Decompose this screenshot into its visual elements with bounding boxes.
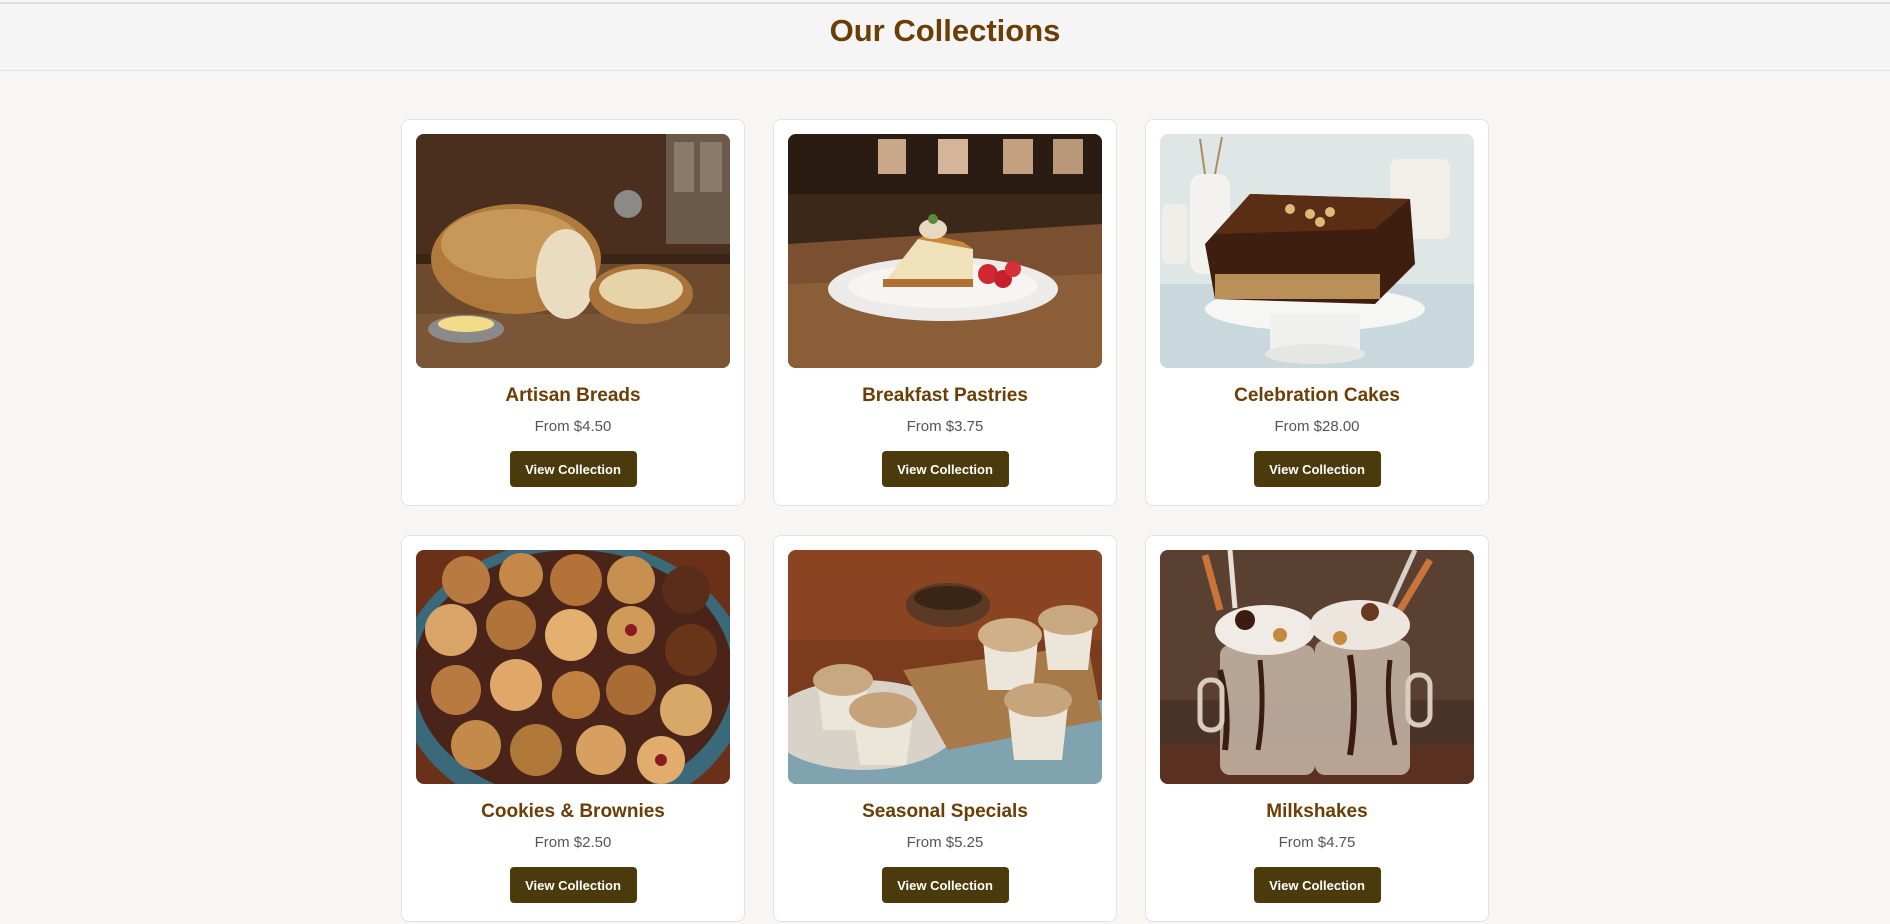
milkshake-illustration <box>1160 550 1474 784</box>
collection-title: Cookies & Brownies <box>481 801 665 822</box>
collection-title: Breakfast Pastries <box>862 385 1028 406</box>
cookie-platter-illustration <box>416 550 730 784</box>
collection-card-artisan-breads: Artisan Breads From $4.50 View Collectio… <box>401 119 745 506</box>
collection-title: Milkshakes <box>1266 801 1368 822</box>
view-collection-button[interactable]: View Collection <box>1253 451 1381 487</box>
collection-card-breakfast-pastries: Breakfast Pastries From $3.75 View Colle… <box>773 119 1117 506</box>
collection-price: From $5.25 <box>906 834 984 851</box>
collections-grid: Artisan Breads From $4.50 View Collectio… <box>401 119 1489 922</box>
cupcakes-illustration <box>788 550 1102 784</box>
milkshake-photo <box>1160 550 1474 784</box>
collection-title: Celebration Cakes <box>1234 385 1400 406</box>
cupcakes-photo <box>788 550 1102 784</box>
view-collection-button[interactable]: View Collection <box>881 867 1009 903</box>
chocolate-cake-illustration <box>1160 134 1474 368</box>
collection-card-seasonal-specials: Seasonal Specials From $5.25 View Collec… <box>773 535 1117 922</box>
collection-price: From $4.75 <box>1278 834 1356 851</box>
view-collection-button[interactable]: View Collection <box>1253 867 1381 903</box>
cheesecake-slice-photo <box>788 134 1102 368</box>
page-header: Our Collections <box>0 2 1890 71</box>
view-collection-button[interactable]: View Collection <box>509 451 637 487</box>
collection-price: From $3.75 <box>906 418 984 435</box>
chocolate-cake-photo <box>1160 134 1474 368</box>
artisan-bread-photo <box>416 134 730 368</box>
view-collection-button[interactable]: View Collection <box>881 451 1009 487</box>
collection-price: From $28.00 <box>1274 418 1360 435</box>
collection-price: From $4.50 <box>534 418 612 435</box>
view-collection-button[interactable]: View Collection <box>509 867 637 903</box>
collection-card-cookies-brownies: Cookies & Brownies From $2.50 View Colle… <box>401 535 745 922</box>
collection-card-milkshakes: Milkshakes From $4.75 View Collection <box>1145 535 1489 922</box>
cheesecake-illustration <box>788 134 1102 368</box>
page-title: Our Collections <box>829 13 1061 48</box>
collection-price: From $2.50 <box>534 834 612 851</box>
artisan-bread-illustration <box>416 134 730 368</box>
collection-card-celebration-cakes: Celebration Cakes From $28.00 View Colle… <box>1145 119 1489 506</box>
cookie-platter-photo <box>416 550 730 784</box>
collection-title: Seasonal Specials <box>862 801 1028 822</box>
collection-title: Artisan Breads <box>505 385 641 406</box>
